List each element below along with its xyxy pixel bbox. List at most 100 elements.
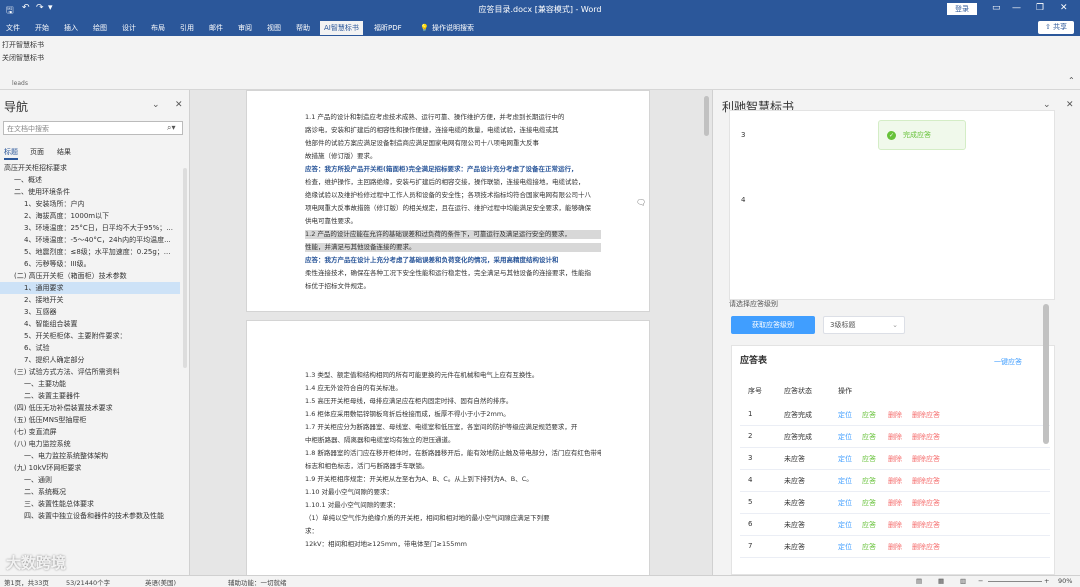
nav-heading-item[interactable]: 二、装置主要器件	[0, 390, 180, 402]
get-level-button[interactable]: 获取应答级别	[731, 316, 815, 334]
delete-link[interactable]: 删除	[888, 454, 902, 464]
respond-link[interactable]: 应答	[862, 498, 876, 508]
document-paragraph[interactable]: 标优于招标文件规定。	[305, 282, 601, 291]
document-paragraph[interactable]: 检查，维护操作，主回路绝缘，安装与扩建后的相容交接，操作联锁，连接电缆接地，电缆…	[305, 178, 601, 187]
tell-me-search[interactable]: 操作说明搜索	[428, 21, 478, 35]
tab-file[interactable]: 文件	[2, 21, 24, 35]
tab-draw[interactable]: 绘图	[89, 21, 111, 35]
login-button[interactable]: 登录	[947, 3, 977, 15]
document-paragraph[interactable]: 1.7 开关柜应分为断路器室、母线室、电缆室和低压室，各室间的防护等级应满足规范…	[305, 423, 601, 432]
respond-link[interactable]: 应答	[862, 476, 876, 486]
respond-link[interactable]: 应答	[862, 520, 876, 530]
document-paragraph[interactable]: 标志和相色标志，活门与断路器手车联锁。	[305, 462, 601, 471]
nav-heading-item[interactable]: 二、使用环境条件	[0, 186, 180, 198]
doc-scrollbar[interactable]	[704, 96, 709, 136]
tab-view[interactable]: 视图	[263, 21, 285, 35]
nav-heading-item[interactable]: 7、提织人确定部分	[0, 354, 180, 366]
nav-heading-item[interactable]: 2、海拔高度：1000m以下	[0, 210, 180, 222]
nav-heading-item[interactable]: (四) 低压无功补偿装置技术要求	[0, 402, 180, 414]
zoom-slider[interactable]	[988, 581, 1042, 582]
tab-mailings[interactable]: 邮件	[205, 21, 227, 35]
comment-icon[interactable]: 🗨	[636, 198, 646, 207]
document-page[interactable]: 1.1 产品的设计和制造应考虑技术成熟、运行可靠、操作维护方便，并考虑到长期运行…	[246, 90, 650, 312]
document-paragraph[interactable]: 中柜断路器、隔离器和电缆室均有独立的泄压通道。	[305, 436, 601, 445]
nav-search-input[interactable]: 在文档中搜索 ⌕▾	[3, 121, 183, 135]
document-paragraph[interactable]: 1.10.1 对最小空气间隙的要求：	[305, 501, 601, 510]
collapse-ribbon-icon[interactable]: ⌃	[1068, 76, 1075, 85]
word-count[interactable]: 53/21440个字	[66, 577, 110, 587]
document-paragraph[interactable]: 求：	[305, 527, 601, 536]
language[interactable]: 英语(美国)	[145, 577, 176, 587]
document-paragraph[interactable]: 12kV：相间和相对地≥125mm，带电体至门≥155mm	[305, 540, 601, 549]
nav-heading-item[interactable]: 一、电力监控系统整体架构	[0, 450, 180, 462]
level-select[interactable]: 3级标题 ⌄	[823, 316, 905, 334]
nav-heading-item[interactable]: (三) 试验方式方法、评估所需资料	[0, 366, 180, 378]
nav-heading-item[interactable]: 6、污秽等级：III级。	[0, 258, 180, 270]
nav-heading-item[interactable]: 3、互感器	[0, 306, 180, 318]
panel-scrollbar[interactable]	[1043, 304, 1049, 444]
read-mode-icon[interactable]: ▤	[916, 577, 922, 585]
tab-layout[interactable]: 布局	[147, 21, 169, 35]
nav-heading-item[interactable]: (八) 电力监控系统	[0, 438, 180, 450]
delete-response-link[interactable]: 删除应答	[912, 410, 940, 420]
respond-link[interactable]: 应答	[862, 454, 876, 464]
chevron-down-icon[interactable]: ⌄	[152, 100, 160, 110]
locate-link[interactable]: 定位	[838, 432, 852, 442]
locate-link[interactable]: 定位	[838, 520, 852, 530]
document-paragraph[interactable]: 应答：我方产品在设计上充分考虑了基础误差和负荷变化的情况，采用高精度结构设计和	[305, 256, 601, 265]
document-paragraph[interactable]: 1.4 应无外设符合自的有关标准。	[305, 384, 601, 393]
tab-headings[interactable]: 标题	[4, 147, 18, 160]
document-paragraph[interactable]: 应答：我方所投产品开关柜(箱面柜)完全满足招标要求：产品设计充分考虑了设备在正常…	[305, 165, 601, 174]
minimize-icon[interactable]: —	[1012, 3, 1021, 13]
document-paragraph[interactable]: 1.2 产品的设计应能在允许的基础误差和过负荷的条件下，可靠运行及满足运行安全的…	[305, 230, 601, 239]
locate-link[interactable]: 定位	[838, 454, 852, 464]
nav-heading-item[interactable]: 5、地震烈度：≤8级；水平加速度：0.25g；...	[0, 246, 180, 258]
nav-scrollbar[interactable]	[183, 168, 187, 368]
nav-heading-item[interactable]: 2、接地开关	[0, 294, 180, 306]
document-paragraph[interactable]: 1.8 断路器室的活门应在移开柜体时，在断路器移开后，能有效地防止触及带电部分，…	[305, 449, 601, 458]
delete-link[interactable]: 删除	[888, 432, 902, 442]
document-paragraph[interactable]: 故措施（修订版）要求。	[305, 152, 601, 161]
one-click-response-link[interactable]: 一键应答	[994, 357, 1022, 367]
nav-heading-item[interactable]: (五) 低压MNS型抽屉柜	[0, 414, 180, 426]
zoom-level[interactable]: 90%	[1058, 577, 1072, 585]
nav-heading-item[interactable]: 6、试验	[0, 342, 180, 354]
nav-heading-item[interactable]: (七) 变直流屏	[0, 426, 180, 438]
locate-link[interactable]: 定位	[838, 542, 852, 552]
accessibility-status[interactable]: 辅助功能：一切就绪	[228, 577, 287, 587]
nav-heading-item[interactable]: 4、环境温度：-5～40°C，24h内的平均温度...	[0, 234, 180, 246]
delete-link[interactable]: 删除	[888, 542, 902, 552]
tab-design[interactable]: 设计	[118, 21, 140, 35]
nav-heading-item[interactable]: 1、通用要求	[0, 282, 180, 294]
nav-heading-item[interactable]: 一、通则	[0, 474, 180, 486]
search-icon[interactable]: ⌕▾	[167, 123, 176, 133]
delete-response-link[interactable]: 删除应答	[912, 476, 940, 486]
print-layout-icon[interactable]: ▦	[938, 577, 944, 585]
nav-heading-item[interactable]: 四、装置中独立设备和器件的技术参数及性能	[0, 510, 180, 522]
tab-home[interactable]: 开始	[31, 21, 53, 35]
document-paragraph[interactable]: 项电网重大反事故措施（修订版）的相关规定，且在运行、维护过程中均能满足安全要求，…	[305, 204, 601, 213]
locate-link[interactable]: 定位	[838, 476, 852, 486]
chevron-down-icon[interactable]: ⌄	[1043, 100, 1051, 110]
tab-foxit-pdf[interactable]: 福昕PDF	[370, 21, 406, 35]
ribbon-display-icon[interactable]: ▭	[992, 3, 1001, 13]
delete-response-link[interactable]: 删除应答	[912, 454, 940, 464]
delete-response-link[interactable]: 删除应答	[912, 498, 940, 508]
delete-response-link[interactable]: 删除应答	[912, 542, 940, 552]
delete-response-link[interactable]: 删除应答	[912, 432, 940, 442]
document-paragraph[interactable]: 路诊电，安装和扩建后的相容性和操作便捷，连接电缆的数量，电缆试验，连接电缆或其	[305, 126, 601, 135]
tab-insert[interactable]: 插入	[60, 21, 82, 35]
zoom-in-icon[interactable]: +	[1044, 577, 1049, 585]
document-paragraph[interactable]: 1.1 产品的设计和制造应考虑技术成熟、运行可靠、操作维护方便，并考虑到长期运行…	[305, 113, 601, 122]
nav-heading-item[interactable]: 3、环境温度：25°C日，日平均不大于95%；...	[0, 222, 180, 234]
document-paragraph[interactable]: 1.6 柜体应采用敷铝锌钢板弯折后栓接而成，板厚不得小于小于2mm。	[305, 410, 601, 419]
locate-link[interactable]: 定位	[838, 498, 852, 508]
document-paragraph[interactable]: 1.9 开关柜相序规定：开关柜从左至右为A、B、C。从上到下排列为A、B、C。	[305, 475, 601, 484]
tab-results[interactable]: 结果	[57, 147, 71, 157]
nav-heading-item[interactable]: 高压开关柜招标要求	[0, 162, 180, 174]
document-paragraph[interactable]: 性能，并满足与其他设备连接的要求。	[305, 243, 601, 252]
document-paragraph[interactable]: 绝缘试验以及维护检修过程中工作人员和设备的安全性；各项技术指标均符合国家电网有限…	[305, 191, 601, 200]
share-button[interactable]: ⇧ 共享	[1038, 21, 1074, 34]
tab-review[interactable]: 审阅	[234, 21, 256, 35]
close-icon[interactable]: ✕	[1060, 3, 1068, 13]
